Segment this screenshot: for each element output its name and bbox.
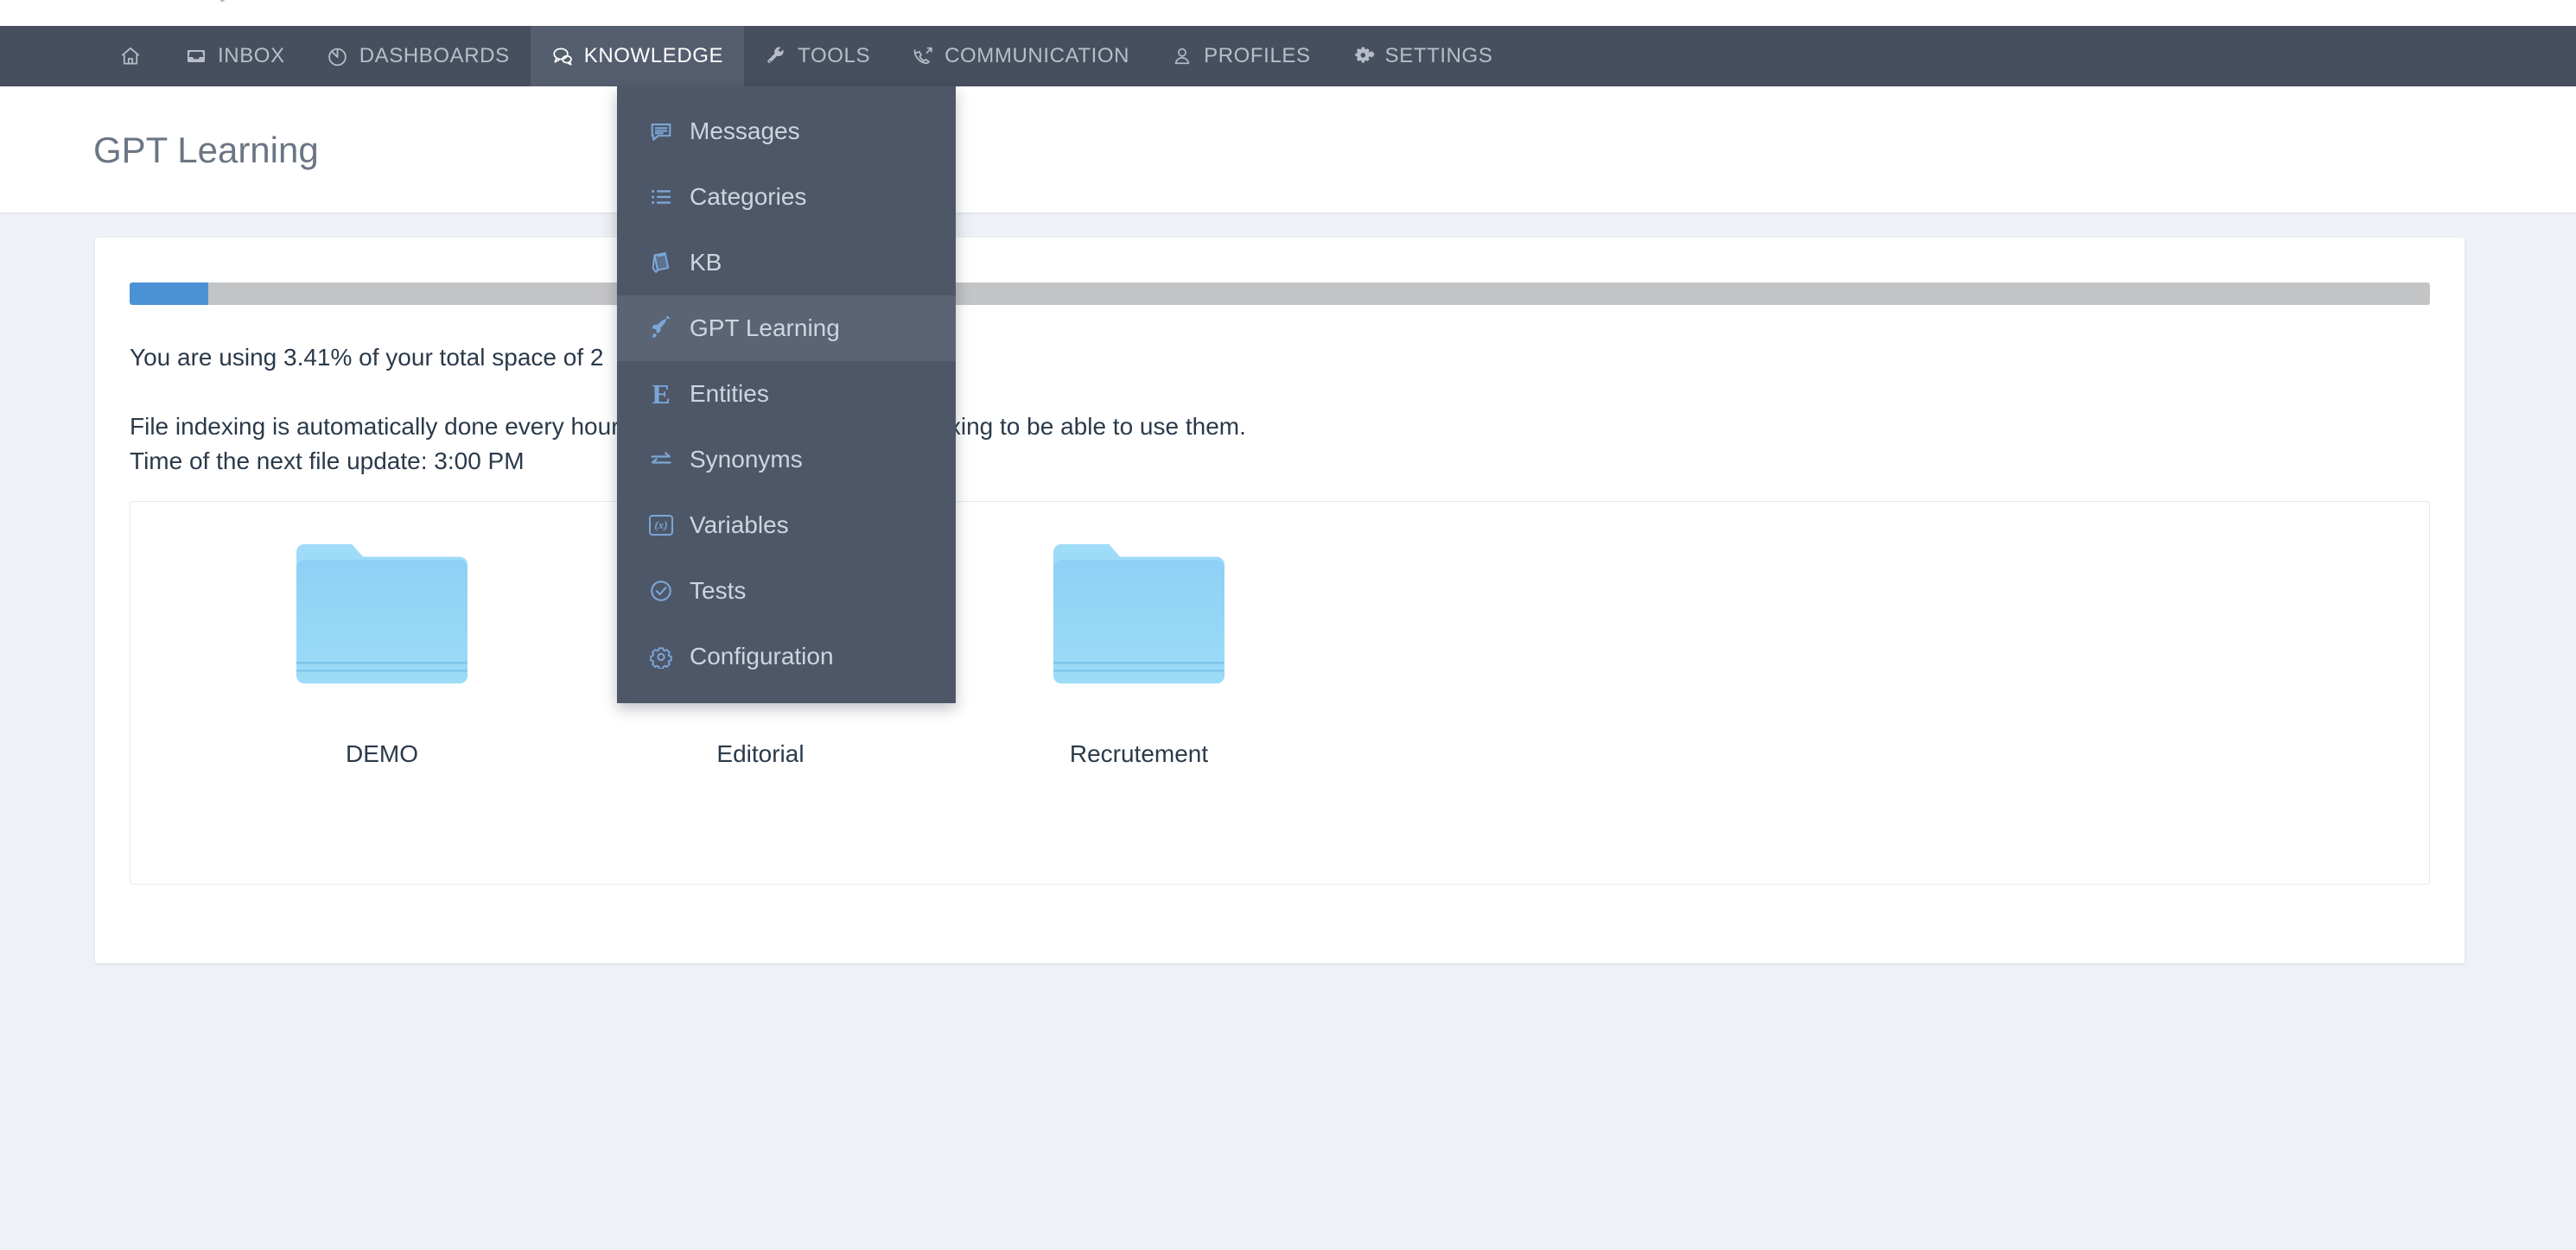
nav-knowledge[interactable]: KNOWLEDGE xyxy=(530,26,745,86)
dropdown-label: Messages xyxy=(690,117,800,144)
folder-label: Recrutement xyxy=(1069,740,1209,767)
storage-progress-fill xyxy=(130,282,208,305)
phone-outgoing-icon xyxy=(912,45,934,67)
nav-label-profiles: PROFILES xyxy=(1204,44,1311,67)
dropdown-item-configuration[interactable]: Configuration xyxy=(617,624,956,689)
dropdown-label: GPT Learning xyxy=(690,314,840,341)
inbox-icon xyxy=(185,45,207,67)
nav-label-dashboards: DASHBOARDS xyxy=(359,44,510,67)
nav-label-knowledge: KNOWLEDGE xyxy=(583,44,724,67)
comments-icon xyxy=(551,45,574,67)
nav-settings[interactable]: SETTINGS xyxy=(1332,26,1514,86)
dropdown-label: Tests xyxy=(690,577,747,604)
dropdown-item-synonyms[interactable]: Synonyms xyxy=(617,427,956,492)
user-icon xyxy=(1171,45,1193,67)
storage-progress-bar xyxy=(130,282,2430,305)
page-title: GPT Learning xyxy=(93,130,319,170)
dropdown-item-categories[interactable]: Categories xyxy=(617,164,956,230)
dropdown-item-tests[interactable]: Tests xyxy=(617,558,956,624)
nav-inbox[interactable]: INBOX xyxy=(164,26,306,86)
entity-e-icon: E xyxy=(652,378,671,409)
nav-label-communication: COMMUNICATION xyxy=(945,44,1130,67)
nav-communication[interactable]: COMMUNICATION xyxy=(891,26,1150,86)
exchange-arrows-icon xyxy=(648,447,674,473)
rocket-icon xyxy=(648,315,674,341)
book-icon xyxy=(648,250,674,276)
dropdown-item-messages[interactable]: Messages xyxy=(617,98,956,164)
dropdown-label: Entities xyxy=(690,380,769,407)
nav-tools[interactable]: TOOLS xyxy=(744,26,891,86)
nav-label-tools: TOOLS xyxy=(798,44,871,67)
brand-name-suffix: IA xyxy=(256,0,273,3)
folder-icon xyxy=(1044,528,1234,709)
wrench-icon xyxy=(765,45,787,67)
top-strip: synthIA xyxy=(0,0,2576,26)
dropdown-item-entities[interactable]: E Entities xyxy=(617,361,956,427)
gear-icon xyxy=(648,644,674,669)
brand-name-prefix: synth xyxy=(210,0,256,3)
folder-icon xyxy=(287,528,477,709)
list-icon xyxy=(648,184,674,210)
folder-label: Editorial xyxy=(716,740,805,767)
dropdown-item-gpt-learning[interactable]: GPT Learning xyxy=(617,295,956,361)
folder-item[interactable]: Recrutement xyxy=(950,528,1328,768)
home-icon xyxy=(119,45,142,67)
dropdown-label: Configuration xyxy=(690,643,834,669)
nav-dashboards[interactable]: DASHBOARDS xyxy=(306,26,531,86)
nav-label-inbox: INBOX xyxy=(218,44,285,67)
knowledge-dropdown-menu: Messages Categories KB GPT Learning E En… xyxy=(617,86,956,703)
dropdown-label: Synonyms xyxy=(690,446,803,473)
check-circle-icon xyxy=(648,578,674,604)
next-update-text: Time of the next file update: 3:00 PM xyxy=(130,447,525,474)
variable-box-icon: (x) xyxy=(648,512,674,538)
pie-chart-icon xyxy=(327,45,349,67)
folder-item[interactable]: DEMO xyxy=(193,528,571,768)
dropdown-label: KB xyxy=(690,249,722,276)
dropdown-item-variables[interactable]: (x) Variables xyxy=(617,492,956,558)
storage-card: You are using 3.41% of your total space … xyxy=(95,238,2465,963)
nav-home[interactable] xyxy=(97,26,164,86)
dropdown-label: Categories xyxy=(690,183,807,210)
folders-panel: DEMO Editorial Recrutement xyxy=(130,501,2430,885)
nav-label-settings: SETTINGS xyxy=(1384,44,1493,67)
main-navbar: INBOX DASHBOARDS KNOWLEDGE TOOLS COMMUNI… xyxy=(0,26,2576,86)
dropdown-item-kb[interactable]: KB xyxy=(617,230,956,295)
comment-lines-icon xyxy=(648,118,674,144)
page-header: GPT Learning xyxy=(0,86,2576,214)
nav-profiles[interactable]: PROFILES xyxy=(1150,26,1332,86)
gears-icon xyxy=(1352,45,1375,67)
folder-label: DEMO xyxy=(346,740,418,767)
storage-usage-text: You are using 3.41% of your total space … xyxy=(130,344,604,371)
brand-logo[interactable]: synthIA xyxy=(210,0,274,7)
dropdown-label: Variables xyxy=(690,511,789,538)
